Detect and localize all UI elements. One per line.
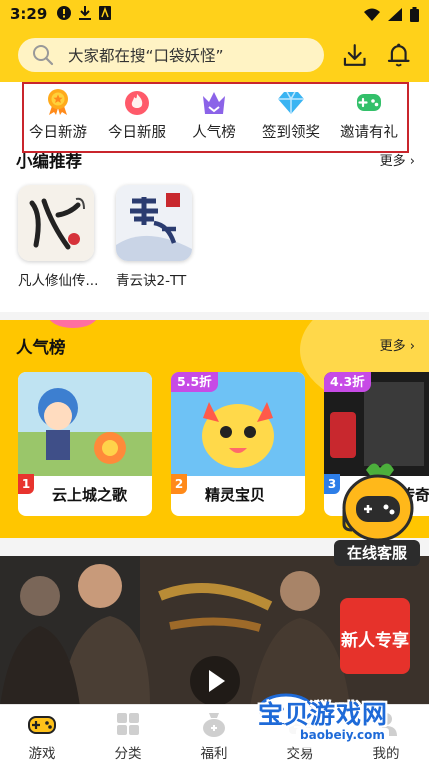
play-icon (209, 670, 225, 692)
crown-icon (203, 92, 225, 114)
watermark-url: baobeiy.com (296, 728, 389, 742)
notification-bell-icon[interactable] (386, 42, 411, 68)
status-time: 3:29 (10, 5, 48, 23)
game-name: 云上城之歌 (52, 486, 128, 504)
game-cover (18, 372, 152, 476)
more-label: 更多 (379, 154, 406, 169)
quick-nav-label: 邀请有礼 (340, 125, 398, 141)
gift-bag-icon (203, 713, 225, 737)
more-label: 更多 (379, 339, 406, 354)
watermark-text: 宝贝游戏网 (258, 700, 389, 729)
decorative-blob (48, 320, 98, 328)
download-icon (79, 6, 92, 22)
game-tile[interactable]: 凡人修仙传... (18, 185, 98, 289)
quick-nav-new-games[interactable]: 今日新游 (18, 88, 98, 142)
quick-nav-label: 今日新游 (29, 125, 87, 141)
signal-icon (388, 7, 402, 21)
download-manager-icon[interactable] (342, 42, 367, 68)
more-link[interactable]: 更多 › (380, 150, 415, 169)
search-input[interactable]: 大家都在搜“口袋妖怪” (68, 44, 224, 66)
grid-icon (117, 713, 139, 735)
battery-icon (410, 6, 419, 22)
game-icon (116, 185, 192, 261)
section-title: 小编推荐 (16, 152, 82, 171)
rank-badge: 2 (171, 474, 187, 494)
newbie-badge[interactable]: 新人专享 (340, 598, 410, 674)
game-name: 精灵宝贝 (205, 486, 266, 504)
quick-nav-label: 签到领奖 (262, 125, 320, 141)
nav-games[interactable]: 游戏 (12, 709, 72, 762)
medal-icon (48, 89, 68, 115)
discount-badge: 5.5折 (171, 372, 218, 392)
game-name: 青云诀2-TT (116, 273, 187, 289)
game-icon (18, 185, 94, 261)
gamepad-icon (28, 716, 56, 734)
quick-nav-label: 人气榜 (192, 125, 236, 141)
diamond-icon (278, 91, 304, 114)
nav-welfare[interactable]: 福利 (184, 709, 244, 762)
gamepad-icon (357, 94, 381, 111)
search-bar[interactable]: 大家都在搜“口袋妖怪” (18, 38, 325, 72)
status-right (364, 6, 419, 22)
popular-game-card[interactable]: 5.5折 2 精灵宝贝 (171, 372, 305, 516)
nav-label: 福利 (200, 746, 228, 762)
game-name: 凡人修仙传... (18, 273, 99, 289)
section-title: 人气榜 (16, 338, 66, 357)
play-button[interactable] (190, 656, 240, 706)
search-icon (33, 45, 54, 66)
editor-picks-section: 小编推荐 更多 › 凡人修仙传... 青云诀2-TT (0, 148, 429, 312)
quick-nav-new-servers[interactable]: 今日新服 (97, 88, 177, 142)
nav-categories[interactable]: 分类 (98, 709, 158, 762)
status-bar: 3:29 (0, 0, 429, 28)
customer-service-label[interactable]: 在线客服 (334, 540, 420, 566)
flame-icon (125, 91, 149, 115)
quick-nav-label: 今日新服 (108, 125, 166, 141)
rank-badge: 1 (18, 474, 34, 494)
nav-label: 分类 (114, 746, 142, 762)
discount-badge: 4.3折 (324, 372, 371, 392)
more-link[interactable]: 更多 › (380, 335, 415, 354)
app-screen: 3:29 大家都在搜“口袋妖怪” 今日新游 今日新服 人气榜 签到领奖 邀请有礼… (0, 0, 429, 762)
alert-icon (57, 6, 72, 22)
quick-nav-popular[interactable]: 人气榜 (174, 88, 254, 142)
quick-nav-invite[interactable]: 邀请有礼 (329, 88, 409, 142)
game-tile[interactable]: 青云诀2-TT (116, 185, 196, 289)
quick-nav: 今日新游 今日新服 人气榜 签到领奖 邀请有礼 (0, 82, 429, 148)
quick-nav-checkin[interactable]: 签到领奖 (251, 88, 331, 142)
wifi-icon (364, 8, 380, 21)
popular-game-card[interactable]: 1 云上城之歌 (18, 372, 152, 516)
nav-label: 游戏 (28, 746, 56, 762)
font-icon (99, 6, 112, 22)
top-header: 大家都在搜“口袋妖怪” (0, 28, 429, 82)
